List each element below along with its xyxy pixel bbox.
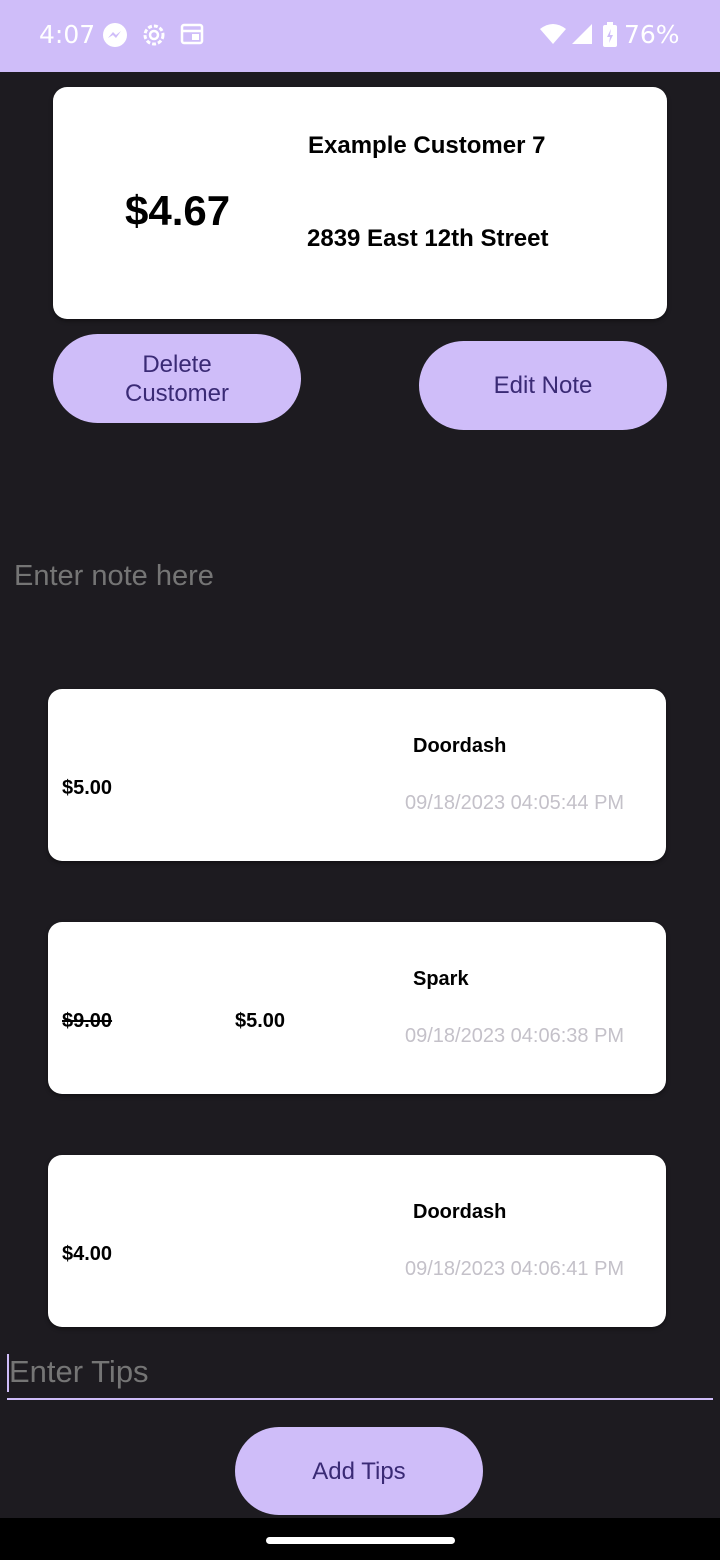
signal-icon <box>570 22 594 51</box>
edit-note-label: Edit Note <box>493 372 593 399</box>
delete-customer-label: Delete Customer <box>124 350 230 407</box>
wifi-icon <box>539 22 567 51</box>
tip-timestamp: 09/18/2023 04:06:38 PM <box>405 1025 625 1047</box>
customer-total-amount: $4.67 <box>125 187 231 234</box>
tip-source: Spark <box>413 968 469 990</box>
tip-source: Doordash <box>413 735 507 757</box>
add-tips-button[interactable]: Add Tips <box>235 1427 483 1515</box>
status-bar: 4:07 76% <box>0 0 720 72</box>
edit-note-button[interactable]: Edit Note <box>419 341 667 430</box>
home-gesture-handle[interactable] <box>266 1537 455 1544</box>
battery-percent: 76% <box>624 20 680 49</box>
tip-original-amount: $9.00 <box>62 1010 113 1032</box>
tip-amount: $4.00 <box>62 1243 113 1265</box>
tip-card[interactable]: $4.00 Doordash 09/18/2023 04:06:41 PM <box>48 1155 666 1327</box>
tips-input[interactable] <box>9 1354 689 1390</box>
messenger-icon <box>102 22 128 53</box>
add-tips-label: Add Tips <box>312 1457 406 1485</box>
tip-timestamp: 09/18/2023 04:06:41 PM <box>405 1258 625 1280</box>
tip-card[interactable]: $9.00 $5.00 Spark 09/18/2023 04:06:38 PM <box>48 922 666 1094</box>
delete-customer-button[interactable]: Delete Customer <box>53 334 301 423</box>
settings-icon <box>141 22 167 53</box>
status-time: 4:07 <box>39 20 96 49</box>
calendar-icon <box>180 22 204 51</box>
tip-timestamp: 09/18/2023 04:05:44 PM <box>405 792 625 814</box>
tips-input-field[interactable] <box>7 1350 713 1400</box>
navigation-bar <box>0 1518 720 1560</box>
customer-address: 2839 East 12th Street <box>307 225 549 252</box>
customer-card: $4.67 Example Customer 7 2839 East 12th … <box>53 87 667 319</box>
tip-source: Doordash <box>413 1201 507 1223</box>
tip-amount: $5.00 <box>62 777 113 799</box>
customer-name: Example Customer 7 <box>308 132 546 159</box>
tip-card[interactable]: $5.00 Doordash 09/18/2023 04:05:44 PM <box>48 689 666 861</box>
tip-amount: $5.00 <box>235 1010 286 1032</box>
battery-icon <box>602 22 618 53</box>
note-input[interactable] <box>14 556 704 596</box>
